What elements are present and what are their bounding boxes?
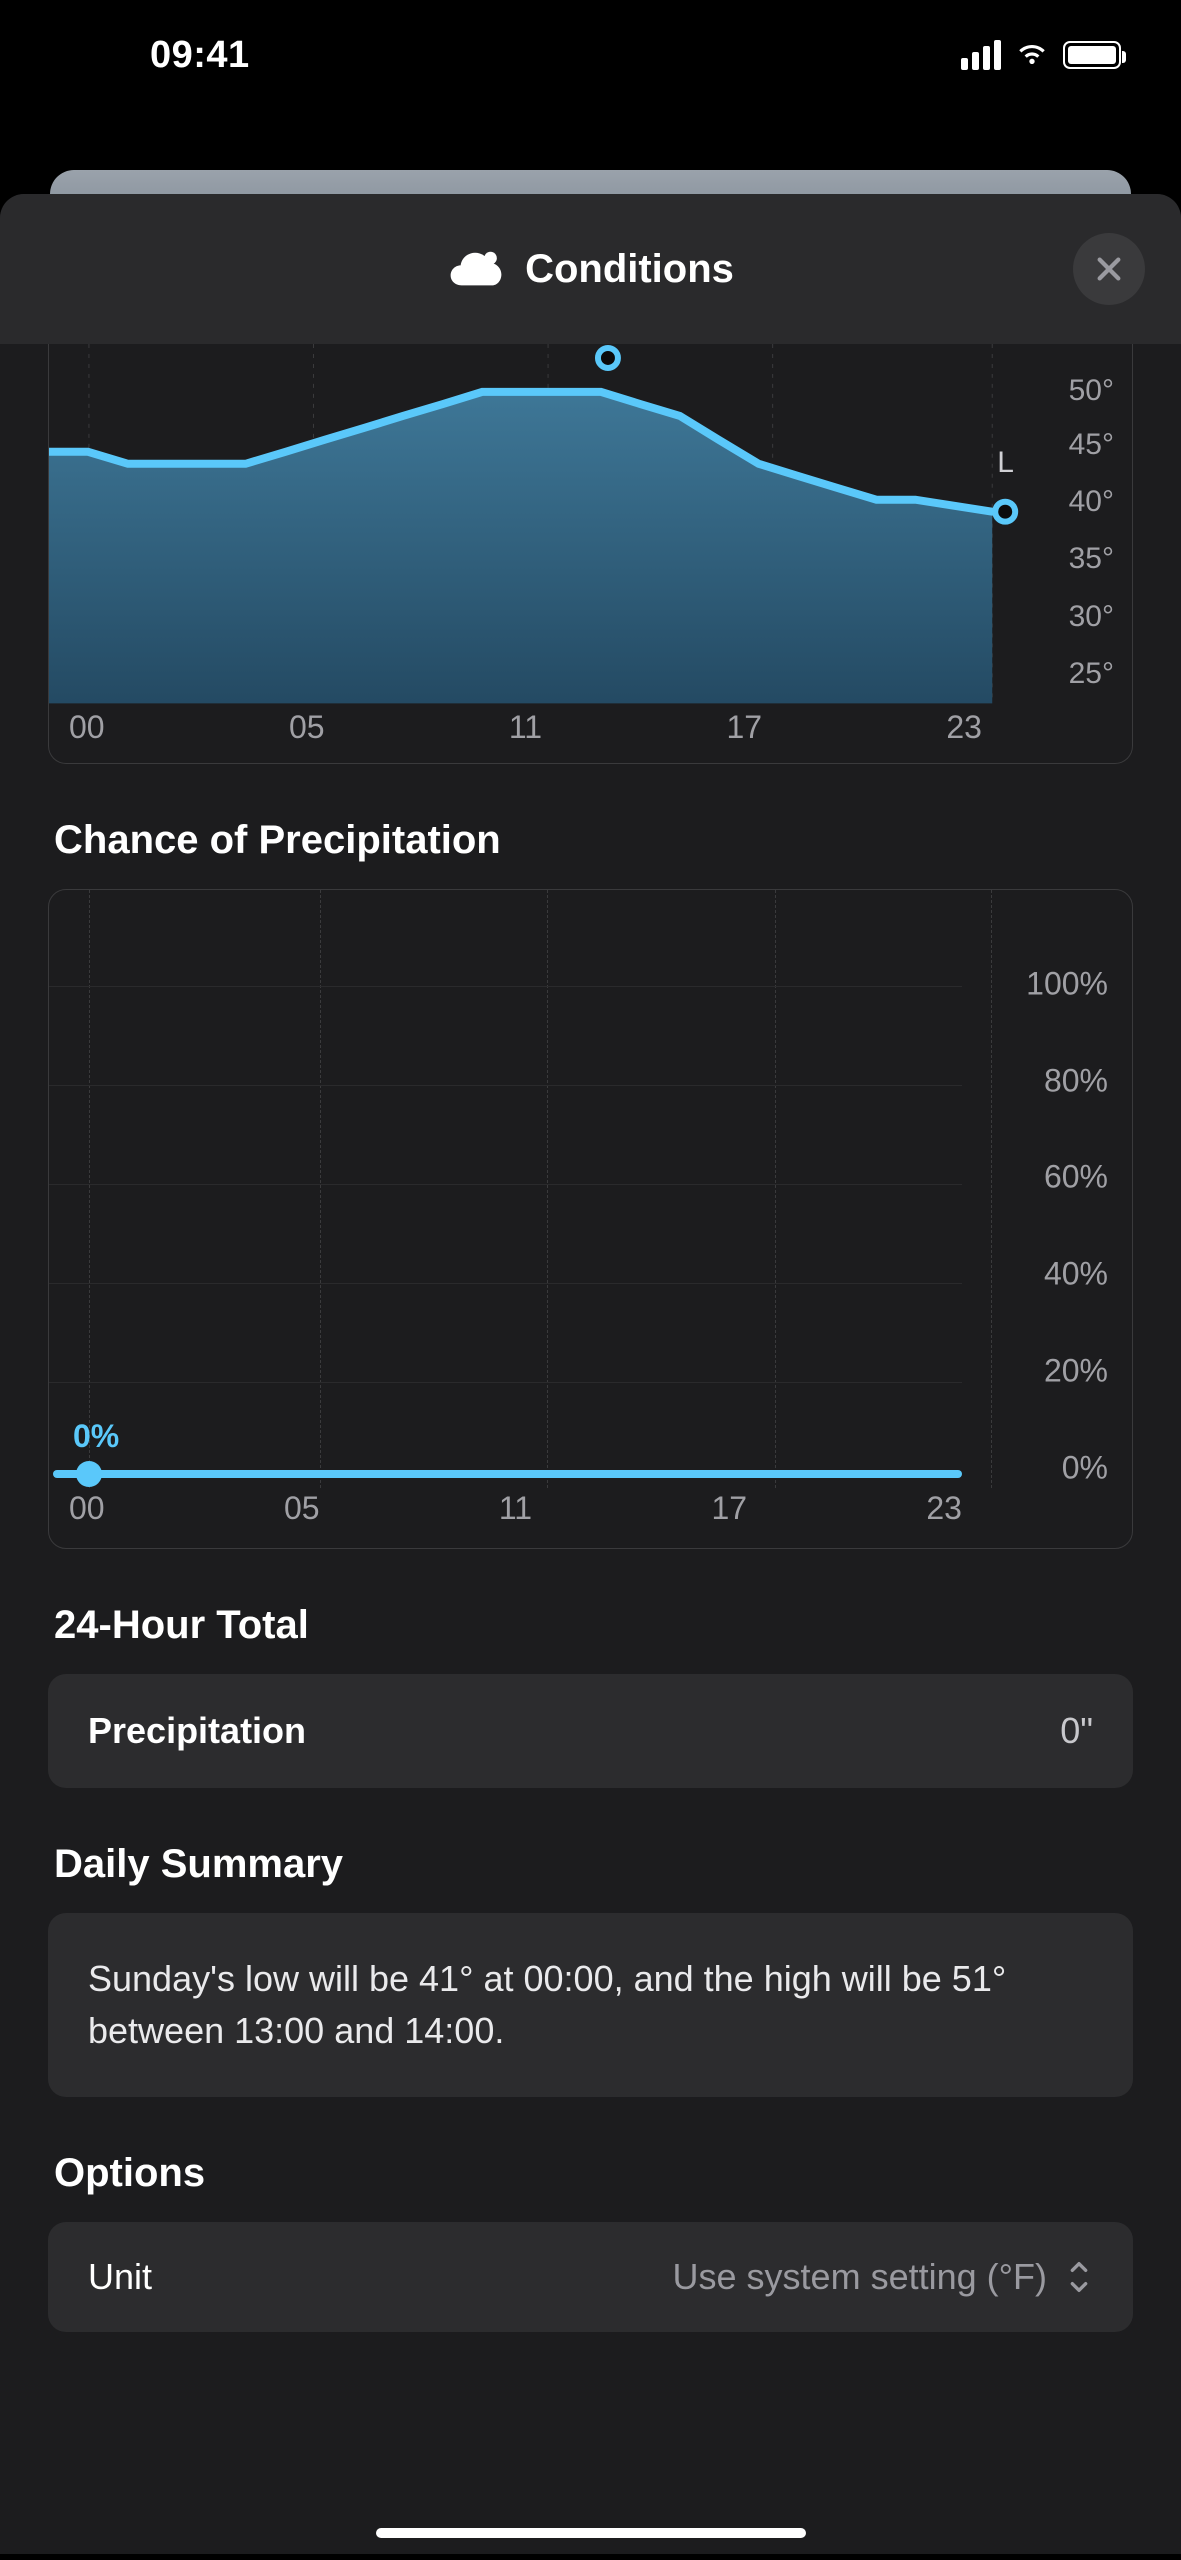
status-bar: 09:41 xyxy=(0,0,1181,110)
chevron-up-down-icon xyxy=(1065,2257,1093,2297)
x-tick: 17 xyxy=(711,1490,747,1534)
sheet-header: Conditions xyxy=(0,194,1181,344)
precip-current-label: 0% xyxy=(73,1418,119,1455)
precip-x-axis: 00 05 11 17 23 xyxy=(69,1490,962,1534)
summary-section-title: Daily Summary xyxy=(54,1842,1127,1887)
sheet-title: Conditions xyxy=(525,247,734,292)
daily-summary-text: Sunday's low will be 41° at 00:00, and t… xyxy=(48,1913,1133,2097)
unit-option-label: Unit xyxy=(88,2256,152,2298)
status-time: 09:41 xyxy=(150,34,250,77)
home-indicator[interactable] xyxy=(376,2528,806,2538)
y-tick: 0% xyxy=(1062,1450,1108,1487)
unit-option-row[interactable]: Unit Use system setting (°F) xyxy=(48,2222,1133,2332)
precip-y-axis: 100% 80% 60% 40% 20% 0% xyxy=(968,930,1108,1468)
y-tick: 40° xyxy=(1069,485,1114,519)
close-icon xyxy=(1093,253,1125,285)
temperature-y-axis: 50° 45° 40° 35° 30° 25° xyxy=(1004,344,1114,703)
close-button[interactable] xyxy=(1073,233,1145,305)
x-tick: 23 xyxy=(946,709,982,753)
y-tick: 60% xyxy=(1044,1159,1108,1196)
x-tick: 11 xyxy=(509,709,542,753)
grid-line xyxy=(775,890,776,1488)
y-tick: 40% xyxy=(1044,1256,1108,1293)
grid-line xyxy=(49,1085,962,1086)
conditions-sheet: Conditions xyxy=(0,194,1181,2554)
x-tick: 05 xyxy=(284,1490,320,1534)
precip-total-row: Precipitation 0" xyxy=(48,1674,1133,1788)
temperature-chart[interactable]: L 50° 45° 40° 35° 30° 25° 00 05 11 17 23 xyxy=(48,344,1133,764)
y-tick: 20% xyxy=(1044,1353,1108,1390)
sheet-content[interactable]: L 50° 45° 40° 35° 30° 25° 00 05 11 17 23… xyxy=(0,344,1181,2554)
precip-current-dot xyxy=(76,1461,102,1487)
x-tick: 00 xyxy=(69,1490,105,1534)
total-section-title: 24-Hour Total xyxy=(54,1603,1127,1648)
y-tick: 35° xyxy=(1069,542,1114,576)
options-section-title: Options xyxy=(54,2151,1127,2196)
cellular-icon xyxy=(961,40,1001,70)
battery-icon xyxy=(1063,41,1121,69)
unit-option-value: Use system setting (°F) xyxy=(673,2256,1047,2298)
precip-section-title: Chance of Precipitation xyxy=(54,818,1127,863)
y-tick: 30° xyxy=(1069,600,1114,634)
x-tick: 23 xyxy=(926,1490,962,1534)
grid-line xyxy=(320,890,321,1488)
y-tick: 50° xyxy=(1069,374,1114,408)
y-tick: 25° xyxy=(1069,657,1114,691)
grid-line xyxy=(89,890,90,1488)
precip-total-label: Precipitation xyxy=(88,1710,306,1752)
temperature-area: L xyxy=(49,344,1132,763)
wifi-icon xyxy=(1015,42,1049,68)
cloud-icon xyxy=(447,248,505,290)
x-tick: 05 xyxy=(289,709,325,753)
status-icons xyxy=(961,40,1121,70)
precip-total-value: 0" xyxy=(1060,1710,1093,1752)
grid-line xyxy=(49,1184,962,1185)
y-tick: 100% xyxy=(1026,965,1108,1002)
grid-line xyxy=(547,890,548,1488)
grid-line xyxy=(49,1283,962,1284)
grid-line xyxy=(49,986,962,987)
y-tick: 45° xyxy=(1069,428,1114,462)
x-tick: 00 xyxy=(69,709,105,753)
x-tick: 17 xyxy=(726,709,762,753)
grid-line xyxy=(49,1382,962,1383)
temperature-x-axis: 00 05 11 17 23 xyxy=(69,709,982,753)
y-tick: 80% xyxy=(1044,1062,1108,1099)
x-tick: 11 xyxy=(499,1490,532,1534)
precip-chart[interactable]: 100% 80% 60% 40% 20% 0% 0% 00 05 11 17 2… xyxy=(48,889,1133,1549)
precip-line xyxy=(53,1470,962,1478)
